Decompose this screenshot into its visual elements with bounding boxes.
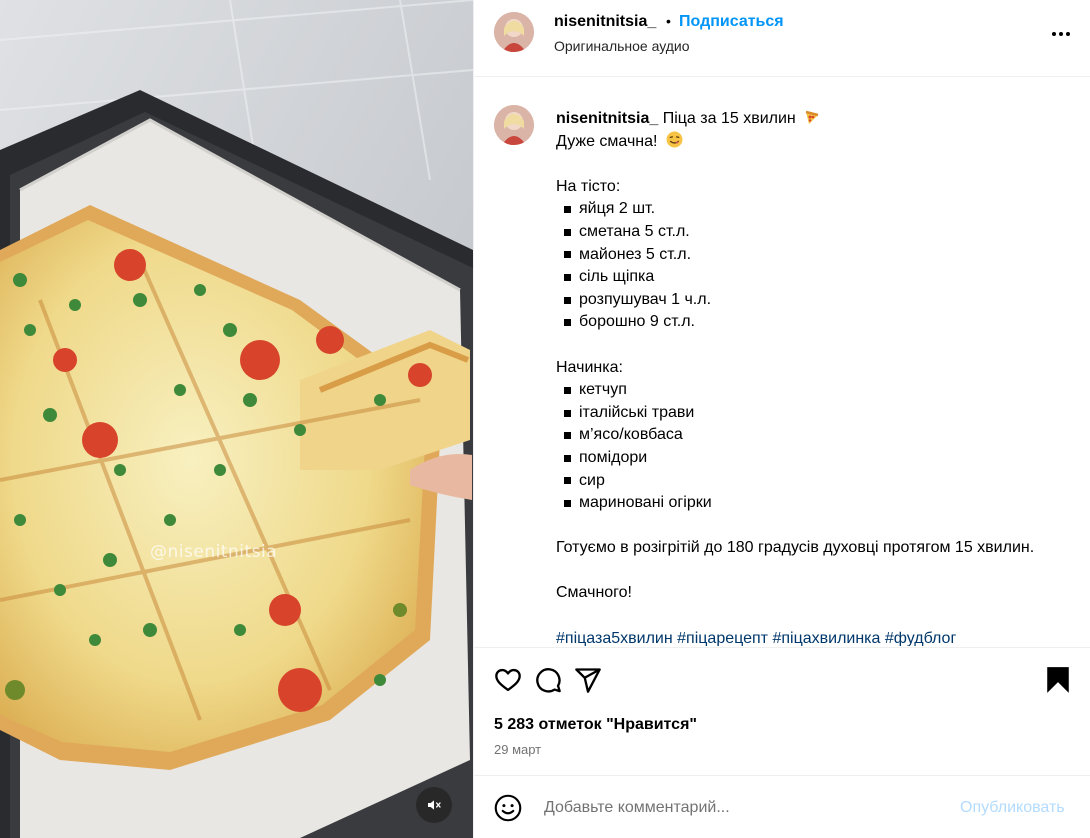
caption-subtitle: Дуже смачна! (556, 132, 658, 150)
caption-username[interactable]: nisenitnitsia_ (556, 110, 658, 127)
list-item: кетчуп (556, 379, 1086, 402)
list-item: м’ясо/ковбаса (556, 424, 1086, 447)
pizza-emoji-icon (805, 110, 819, 124)
list-item: помідори (556, 447, 1086, 470)
caption-avatar[interactable] (494, 105, 534, 145)
dough-heading: На тісто: (556, 177, 621, 195)
heart-icon (495, 668, 521, 692)
emoji-button[interactable] (494, 794, 522, 822)
instructions-text: Готуємо в розігрітій до 180 градусів дух… (556, 539, 1035, 557)
yum-face-emoji-icon (666, 131, 683, 148)
post-caption: nisenitnitsia_ Піца за 15 хвилин Дуже см… (556, 108, 1086, 646)
author-username[interactable]: nisenitnitsia_ (554, 13, 656, 31)
media-watermark: @nisenitnitsia (150, 542, 278, 562)
comment-button[interactable] (532, 664, 564, 696)
hashtags: #піцаза5хвилин #піцарецепт #піцахвилинка… (556, 628, 1086, 646)
hashtag-link[interactable]: #піцарецепт (677, 630, 768, 646)
list-item: мариновані огірки (556, 492, 1086, 515)
audio-link[interactable]: Оригинальное аудио (554, 38, 690, 54)
publish-button[interactable]: Опубликовать (960, 799, 1065, 817)
hashtag-link[interactable]: #піцаза5хвилин (556, 630, 673, 646)
comment-bar: Опубликовать (474, 775, 1090, 838)
mute-button[interactable] (416, 787, 452, 823)
follow-button[interactable]: Подписаться (679, 13, 784, 31)
list-item: італійські трави (556, 402, 1086, 425)
closing-text: Смачного! (556, 584, 632, 602)
paper-plane-icon (575, 668, 601, 693)
list-item: сир (556, 470, 1086, 493)
comment-input[interactable] (544, 796, 944, 820)
speech-bubble-icon (536, 668, 561, 693)
caption-title: Піца за 15 хвилин (662, 110, 796, 127)
like-count[interactable]: 5 283 отметок "Нравится" (494, 716, 697, 734)
more-options-button[interactable] (1046, 22, 1076, 46)
post-actions: 5 283 отметок "Нравится" 29 март (474, 647, 1090, 775)
separator-dot: • (666, 13, 671, 29)
smiley-icon (494, 794, 522, 822)
bookmark-icon (1047, 667, 1069, 693)
post-side-panel: nisenitnitsia_ • Подписаться Оригинально… (473, 0, 1090, 838)
comments-area[interactable]: nisenitnitsia_ Піца за 15 хвилин Дуже см… (474, 78, 1090, 646)
list-item: яйця 2 шт. (556, 198, 1086, 221)
list-item: розпушувач 1 ч.л. (556, 289, 1086, 312)
list-item: сіль щіпка (556, 266, 1086, 289)
ellipsis-icon (1052, 32, 1056, 36)
pizza-video-frame (0, 0, 473, 838)
like-button[interactable] (492, 664, 524, 696)
post-date[interactable]: 29 март (494, 742, 541, 757)
avatar-image (494, 105, 534, 145)
post-dialog: @nisenitnitsia nisenitnitsia_ • Подписат… (0, 0, 1090, 838)
post-media[interactable]: @nisenitnitsia (0, 0, 473, 838)
share-button[interactable] (572, 664, 604, 696)
avatar-image (494, 12, 534, 52)
list-item: сметана 5 ст.л. (556, 221, 1086, 244)
author-avatar[interactable] (494, 12, 534, 52)
save-button[interactable] (1042, 664, 1074, 696)
post-header: nisenitnitsia_ • Подписаться Оригинально… (474, 0, 1090, 77)
speaker-muted-icon (428, 800, 441, 810)
filling-heading: Начинка: (556, 358, 623, 376)
hashtag-link[interactable]: #фудблог (885, 630, 956, 646)
list-item: борошно 9 ст.л. (556, 311, 1086, 334)
list-item: майонез 5 ст.л. (556, 244, 1086, 267)
hashtag-link[interactable]: #піцахвилинка (772, 630, 880, 646)
